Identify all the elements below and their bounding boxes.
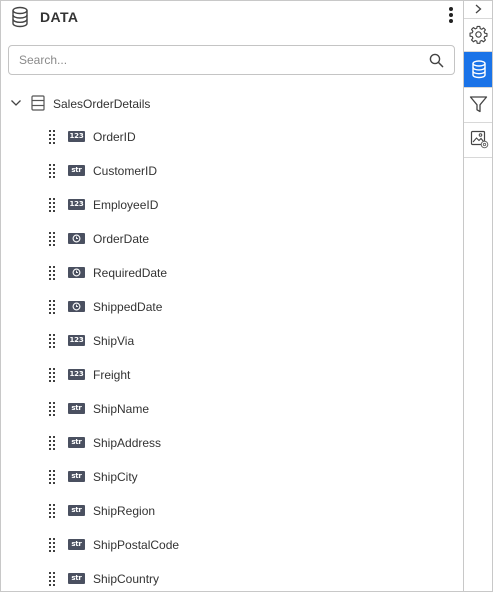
drag-handle-icon[interactable] (49, 469, 57, 485)
field-item-shipcountry[interactable]: str ShipCountry (1, 567, 463, 591)
image-settings-button[interactable] (464, 123, 492, 157)
gear-icon (469, 25, 488, 44)
search-icon[interactable] (429, 53, 444, 68)
field-item-freight[interactable]: 123 Freight (1, 363, 463, 387)
collapse-button[interactable] (464, 1, 492, 17)
type-badge-text: 123 (69, 200, 84, 208)
field-item-customerid[interactable]: str CustomerID (1, 159, 463, 183)
field-item-employeeid[interactable]: 123 EmployeeID (1, 193, 463, 217)
field-item-shipaddress[interactable]: str ShipAddress (1, 431, 463, 455)
data-button[interactable] (464, 52, 492, 87)
chevron-right-icon (475, 4, 482, 14)
field-item-shipname[interactable]: str ShipName (1, 397, 463, 421)
database-icon (12, 6, 28, 28)
data-panel-window: DATA SalesOrderDetails 123 OrderID str Cust… (0, 0, 493, 592)
drag-handle-icon[interactable] (49, 129, 57, 145)
field-item-orderid[interactable]: 123 OrderID (1, 125, 463, 149)
field-item-shipregion[interactable]: str ShipRegion (1, 499, 463, 523)
field-item-orderdate[interactable]: OrderDate (1, 227, 463, 251)
type-badge-text: str (71, 506, 82, 514)
drag-handle-icon[interactable] (49, 299, 57, 315)
drag-handle-icon[interactable] (49, 367, 57, 383)
type-badge-text: str (71, 574, 82, 582)
field-label: ShipCity (93, 470, 138, 484)
date-type-icon (68, 301, 85, 312)
type-badge-text: str (71, 438, 82, 446)
chevron-down-icon[interactable] (10, 98, 22, 108)
table-icon (31, 95, 45, 111)
number-type-icon: 123 (68, 369, 85, 380)
drag-handle-icon[interactable] (49, 537, 57, 553)
field-item-shipvia[interactable]: 123 ShipVia (1, 329, 463, 353)
field-label: ShipName (93, 402, 150, 416)
search-input[interactable] (19, 50, 419, 70)
string-type-icon: str (68, 437, 85, 448)
field-label: ShipCountry (93, 572, 160, 586)
type-badge-text: str (71, 540, 82, 548)
field-label: ShipPostalCode (93, 538, 180, 552)
field-label: CustomerID (93, 164, 158, 178)
field-label: ShipRegion (93, 504, 156, 518)
panel-header: DATA (1, 1, 463, 35)
drag-handle-icon[interactable] (49, 197, 57, 213)
drag-handle-icon[interactable] (49, 435, 57, 451)
string-type-icon: str (68, 505, 85, 516)
right-toolbar (463, 1, 492, 591)
field-label: ShipAddress (93, 436, 162, 450)
field-label: ShippedDate (93, 300, 163, 314)
drag-handle-icon[interactable] (49, 163, 57, 179)
drag-handle-icon[interactable] (49, 503, 57, 519)
string-type-icon: str (68, 539, 85, 550)
search-box (8, 45, 455, 75)
string-type-icon: str (68, 573, 85, 584)
number-type-icon: 123 (68, 199, 85, 210)
more-vertical-icon[interactable] (444, 6, 458, 26)
field-label: OrderID (93, 130, 136, 144)
panel-title: DATA (40, 9, 79, 25)
image-settings-icon (470, 130, 489, 149)
tree-node-label: SalesOrderDetails (53, 97, 151, 111)
database-icon (472, 60, 486, 79)
type-badge-text: str (71, 472, 82, 480)
filter-button[interactable] (464, 88, 492, 122)
type-badge-text: 123 (69, 132, 84, 140)
field-label: ShipVia (93, 334, 135, 348)
type-badge-text: 123 (69, 370, 84, 378)
data-panel: DATA SalesOrderDetails 123 OrderID str Cust… (1, 1, 463, 591)
drag-handle-icon[interactable] (49, 231, 57, 247)
date-type-icon (68, 267, 85, 278)
field-item-requireddate[interactable]: RequiredDate (1, 261, 463, 285)
string-type-icon: str (68, 471, 85, 482)
field-label: Freight (93, 368, 131, 382)
field-item-shippostalcode[interactable]: str ShipPostalCode (1, 533, 463, 557)
drag-handle-icon[interactable] (49, 265, 57, 281)
field-item-shippeddate[interactable]: ShippedDate (1, 295, 463, 319)
settings-button[interactable] (464, 19, 492, 51)
number-type-icon: 123 (68, 335, 85, 346)
filter-icon (469, 96, 488, 113)
field-label: OrderDate (93, 232, 150, 246)
field-label: RequiredDate (93, 266, 168, 280)
drag-handle-icon[interactable] (49, 333, 57, 349)
type-badge-text: str (71, 404, 82, 412)
number-type-icon: 123 (68, 131, 85, 142)
field-label: EmployeeID (93, 198, 159, 212)
date-type-icon (68, 233, 85, 244)
string-type-icon: str (68, 165, 85, 176)
drag-handle-icon[interactable] (49, 401, 57, 417)
type-badge-text: str (71, 166, 82, 174)
type-badge-text: 123 (69, 336, 84, 344)
drag-handle-icon[interactable] (49, 571, 57, 587)
field-item-shipcity[interactable]: str ShipCity (1, 465, 463, 489)
string-type-icon: str (68, 403, 85, 414)
tree-node-salesorderdetails[interactable]: SalesOrderDetails (1, 91, 463, 117)
